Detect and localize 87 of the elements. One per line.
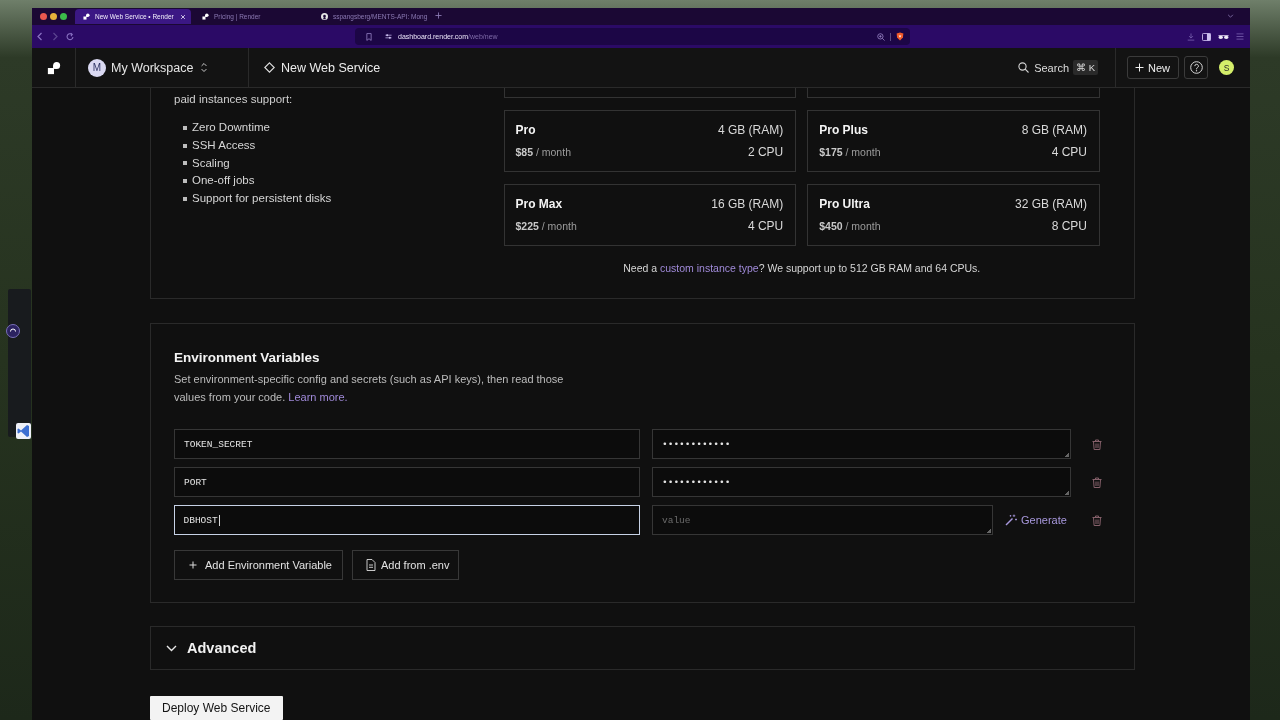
close-icon[interactable] <box>180 13 186 20</box>
feature-text: Zero Downtime <box>192 120 270 135</box>
key-field[interactable]: PORT <box>174 467 640 497</box>
custom-instance-link[interactable]: custom instance type <box>660 262 759 274</box>
bullet-icon <box>183 125 187 130</box>
chevron-down-icon[interactable] <box>1227 14 1234 18</box>
diamond-icon <box>264 62 275 73</box>
cpu-spec: 8 CPU <box>1051 218 1087 233</box>
back-icon[interactable] <box>36 32 44 41</box>
feature-text: Scaling <box>192 155 230 171</box>
trash-icon[interactable] <box>1092 438 1102 450</box>
trash-icon[interactable] <box>1092 476 1102 488</box>
shield-icon[interactable] <box>896 32 904 41</box>
key-field[interactable]: DBHOST <box>174 505 640 535</box>
feature-text: Support for persistent disks <box>192 191 332 206</box>
workspace-switcher[interactable]: My Workspace <box>111 60 209 75</box>
instance-card[interactable]: Pro Ultra 32 GB (RAM) $450 / month 8 CPU <box>807 184 1100 246</box>
tile-app-icon[interactable] <box>16 423 31 439</box>
logo-icon[interactable] <box>46 60 61 75</box>
search-icon <box>1018 62 1030 73</box>
instance-name: Pro <box>515 123 536 137</box>
section-title: Environment Variables <box>174 349 321 367</box>
cpu-spec: 2 CPU <box>747 144 784 159</box>
value-field[interactable]: •••••••••••• <box>652 467 1071 497</box>
intro-text: paid instances support: <box>174 92 294 107</box>
bullet-icon <box>183 161 187 166</box>
instance-name: Pro Plus <box>819 123 868 137</box>
price-text: $225 / month <box>515 218 577 233</box>
plus-icon <box>189 561 197 569</box>
cpu-spec: 4 CPU <box>747 218 784 233</box>
search-button[interactable]: Search <box>1018 61 1069 74</box>
trash-icon[interactable] <box>1092 514 1102 526</box>
workspace-avatar: M <box>88 58 106 77</box>
advanced-toggle[interactable]: Advanced <box>150 626 1135 670</box>
minimize-window-icon[interactable] <box>50 13 57 20</box>
plus-icon <box>1135 63 1144 72</box>
feature-text: One-off jobs <box>192 173 255 189</box>
maximize-window-icon[interactable] <box>60 13 67 20</box>
help-icon <box>1189 61 1203 74</box>
sliders-icon[interactable] <box>385 33 392 40</box>
page-title: New Web Service <box>281 60 381 75</box>
instance-name: Pro Ultra <box>819 197 870 211</box>
logo-icon <box>202 13 209 20</box>
zoom-in-icon[interactable] <box>877 32 885 41</box>
bookmark-icon[interactable] <box>366 32 372 41</box>
reload-icon[interactable] <box>66 32 74 41</box>
instance-name: Pro Max <box>515 197 563 211</box>
logo-icon <box>83 13 90 20</box>
instance-card[interactable]: Pro Plus 8 GB (RAM) $175 / month 4 CPU <box>807 110 1100 172</box>
ram-spec: 8 GB (RAM) <box>1021 123 1087 137</box>
glasses-icon[interactable] <box>1218 33 1229 40</box>
bullet-icon <box>183 179 187 184</box>
value-field[interactable]: •••••••••••• <box>652 429 1071 459</box>
instance-card[interactable]: Pro 4 GB (RAM) $85 / month 2 CPU <box>503 110 797 172</box>
bullet-icon <box>183 196 187 201</box>
help-button[interactable] <box>1184 56 1208 79</box>
key-field[interactable]: TOKEN_SECRET <box>174 429 640 459</box>
generate-button[interactable]: Generate <box>993 508 1071 532</box>
ram-spec: 4 GB (RAM) <box>717 123 784 137</box>
add-from-file-button[interactable]: Add from .env <box>352 550 460 580</box>
sidebar-icon[interactable] <box>1202 32 1211 41</box>
instance-card[interactable]: Pro Max 16 GB (RAM) $225 / month 4 CPU <box>503 184 797 246</box>
add-variable-button[interactable]: Add Environment Variable <box>174 550 343 580</box>
plus-icon[interactable] <box>435 12 442 19</box>
new-button[interactable]: New <box>1127 56 1179 79</box>
price-text: $85 / month <box>515 144 571 159</box>
wand-icon <box>1005 514 1017 526</box>
price-text: $450 / month <box>819 218 881 233</box>
deploy-button[interactable]: Deploy Web Service <box>150 696 283 720</box>
updown-chevron-icon <box>200 62 209 73</box>
file-icon <box>366 559 376 571</box>
download-icon[interactable] <box>1187 32 1195 41</box>
cpu-spec: 4 CPU <box>1051 144 1087 159</box>
bullet-icon <box>183 143 187 148</box>
ram-spec: 16 GB (RAM) <box>711 197 784 211</box>
price-text: $175 / month <box>819 144 881 159</box>
value-field[interactable]: value <box>652 505 993 535</box>
user-avatar[interactable]: S <box>1219 60 1234 75</box>
shortcut-badge: ⌘ K <box>1073 60 1098 75</box>
close-window-icon[interactable] <box>40 13 47 20</box>
menu-icon[interactable] <box>1236 33 1244 40</box>
ram-spec: 32 GB (RAM) <box>1015 197 1087 211</box>
section-description: Set environment-specific config and secrets (such as API keys), then read those values from your code. Learn more. <box>174 372 565 405</box>
feature-text: SSH Access <box>192 137 256 153</box>
instance-note: Need a custom instance type? We support up to 512 GB RAM and 64 CPUs. <box>622 261 982 275</box>
learn-more-link[interactable]: Learn more. <box>288 390 348 403</box>
round-logo-icon <box>321 13 328 20</box>
